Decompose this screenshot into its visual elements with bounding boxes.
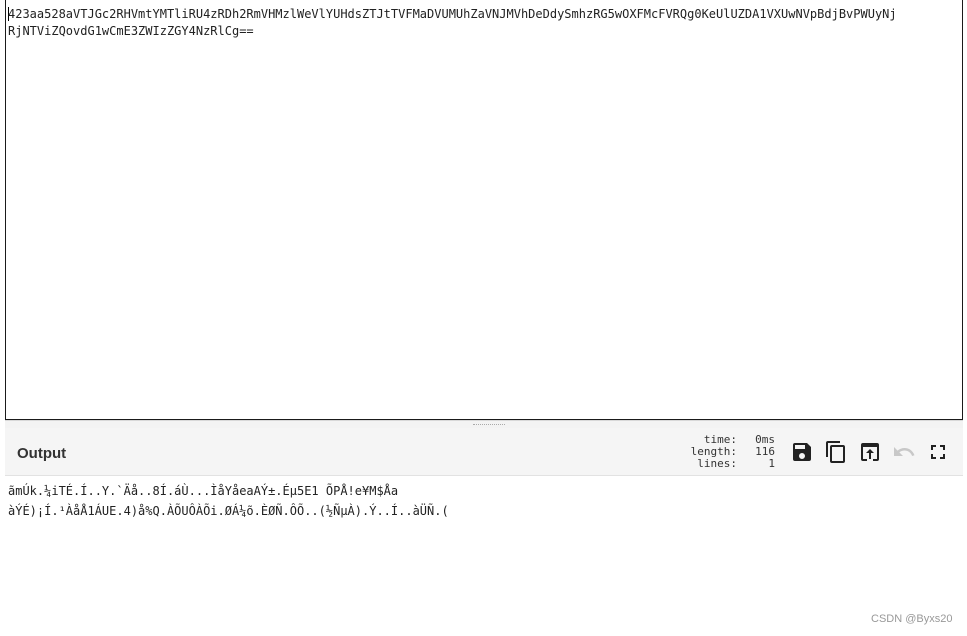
- replace-input-button[interactable]: [858, 440, 882, 464]
- stat-lines-label: lines:: [697, 457, 737, 470]
- copy-button[interactable]: [824, 440, 848, 464]
- undo-icon: [894, 447, 915, 456]
- input-textarea[interactable]: 423aa528aVTJGc2RHVmtYMTliRU4zRDh2RmVHMzl…: [5, 0, 963, 420]
- stat-lines-value: 1: [768, 457, 775, 470]
- output-header: Output time: 0ms length: 116 lines: 1: [5, 428, 963, 476]
- save-button[interactable]: [790, 440, 814, 464]
- undo-button[interactable]: [892, 440, 916, 464]
- output-line-1: ãmÚk.¼iTÉ.Í..Y.`Äå..8Í.áÙ...ÌåYåeaAÝ±.Éµ…: [8, 484, 399, 498]
- output-title: Output: [17, 445, 67, 462]
- save-icon: [793, 443, 811, 461]
- maximise-icon: [931, 445, 945, 459]
- output-text: ãmÚk.¼iTÉ.Í..Y.`Äå..8Í.áÙ...ÌåYåeaAÝ±.Éµ…: [8, 481, 948, 521]
- input-line-1: 423aa528aVTJGc2RHVmtYMTliRU4zRDh2RmVHMzl…: [8, 7, 897, 21]
- stat-lines: lines: 1: [665, 458, 775, 470]
- watermark: CSDN @Byxs20: [871, 613, 953, 625]
- copy-icon: [826, 441, 845, 463]
- pane-resize-divider[interactable]: [5, 420, 963, 428]
- maximise-button[interactable]: [926, 440, 950, 464]
- output-stats: time: 0ms length: 116 lines: 1: [665, 434, 775, 470]
- input-line-2: RjNTViZQovdG1wCmE3ZWIzZGY4NzRlCg==: [8, 24, 254, 38]
- replace-input-icon: [861, 443, 879, 461]
- resize-handle[interactable]: [473, 424, 505, 426]
- output-textarea[interactable]: ãmÚk.¼iTÉ.Í..Y.`Äå..8Í.áÙ...ÌåYåeaAÝ±.Éµ…: [5, 476, 963, 636]
- input-text: 423aa528aVTJGc2RHVmtYMTliRU4zRDh2RmVHMzl…: [8, 6, 958, 40]
- output-line-2: àÝÉ)¡Í.¹ÀåÅ1ÁUE.4)å%Q.ÀÕUÔÀÕi.ØÁ¼õ.ÈØÑ.Ô…: [8, 504, 449, 518]
